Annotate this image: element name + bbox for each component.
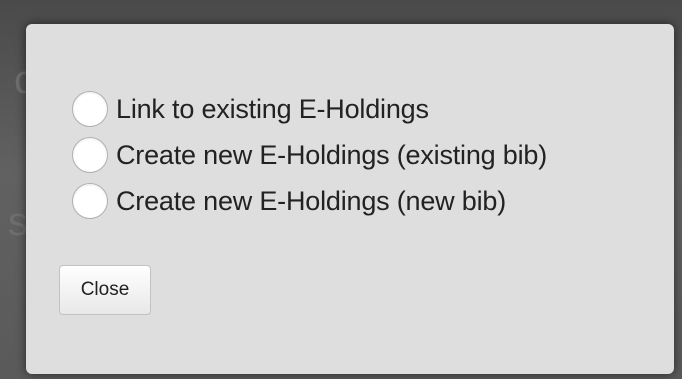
radio-button[interactable] xyxy=(72,91,108,127)
e-holdings-dialog: Link to existing E-Holdings Create new E… xyxy=(26,24,674,374)
radio-button[interactable] xyxy=(72,183,108,219)
option-link-existing[interactable]: Link to existing E-Holdings xyxy=(72,86,547,132)
close-button[interactable]: Close xyxy=(59,265,151,315)
option-label: Link to existing E-Holdings xyxy=(116,93,429,124)
radio-button[interactable] xyxy=(72,137,108,173)
option-label: Create new E-Holdings (new bib) xyxy=(116,185,506,216)
option-create-new-bib[interactable]: Create new E-Holdings (new bib) xyxy=(72,178,547,224)
option-create-existing-bib[interactable]: Create new E-Holdings (existing bib) xyxy=(72,132,547,178)
obscured-page-text: s xyxy=(8,200,28,244)
option-label: Create new E-Holdings (existing bib) xyxy=(116,139,547,170)
e-holdings-option-group: Link to existing E-Holdings Create new E… xyxy=(72,86,547,224)
